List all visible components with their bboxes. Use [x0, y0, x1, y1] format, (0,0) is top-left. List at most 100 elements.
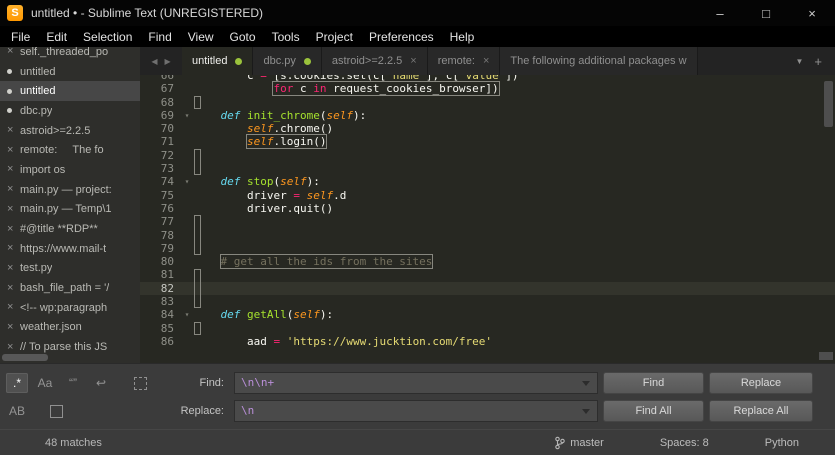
- close-icon[interactable]: ×: [7, 203, 20, 215]
- close-icon[interactable]: ×: [483, 55, 489, 67]
- sidebar-item[interactable]: × main.py — project:: [0, 180, 140, 200]
- code-line: 85: [140, 322, 835, 335]
- menu-item-goto[interactable]: Goto: [222, 26, 264, 47]
- tab-dbc-py[interactable]: dbc.py: [253, 47, 322, 75]
- replace-input[interactable]: \n: [234, 400, 598, 422]
- regex-toggle[interactable]: .*: [6, 373, 28, 393]
- sidebar: × self._threaded_po untitled untitled dbc.py…: [0, 47, 140, 363]
- editor-pane[interactable]: 66 c = [s.cookies.set(c['name'], c['valu…: [140, 75, 835, 363]
- sidebar-item[interactable]: × https://www.mail-t: [0, 239, 140, 259]
- menu-item-edit[interactable]: Edit: [38, 26, 75, 47]
- tab-astroid-2-2-5[interactable]: astroid>=2.2.5 ×: [321, 47, 428, 75]
- close-icon[interactable]: ×: [7, 125, 20, 136]
- highlight-matches-toggle[interactable]: [50, 404, 63, 418]
- find-all-button[interactable]: Find All: [603, 400, 704, 422]
- find-input[interactable]: \n\n+: [234, 372, 598, 394]
- tab-the-following-additional-packages-w[interactable]: The following additional packages w: [500, 47, 698, 75]
- sidebar-item-label: main.py — Temp\1: [20, 203, 112, 216]
- git-branch-indicator[interactable]: master: [554, 436, 604, 450]
- code-text: def getAll(self):: [220, 308, 334, 322]
- tab-scroll-left-icon[interactable]: ◀: [151, 57, 157, 66]
- sidebar-list: × self._threaded_po untitled untitled dbc.py…: [0, 47, 140, 357]
- line-number: 78: [160, 228, 174, 242]
- gutter-fold-column: [180, 122, 194, 135]
- sidebar-item[interactable]: dbc.py: [0, 101, 140, 121]
- sidebar-item[interactable]: × test.py: [0, 259, 140, 279]
- close-icon[interactable]: ×: [7, 164, 20, 175]
- sidebar-item[interactable]: × #@title **RDP**: [0, 219, 140, 239]
- close-icon[interactable]: ×: [7, 282, 20, 294]
- gutter-fold-column: [180, 335, 194, 348]
- menu-item-project[interactable]: Project: [308, 26, 361, 47]
- replace-row: AB Replace: \n Find All Replace All: [0, 400, 835, 422]
- code-line: 69 ▾ def init_chrome(self):: [140, 109, 835, 122]
- close-icon[interactable]: ×: [410, 55, 416, 67]
- line-number: 86: [160, 334, 174, 348]
- replace-history-dropdown-icon[interactable]: [582, 409, 590, 414]
- code-line: 78: [140, 229, 835, 242]
- code-line: 86 aad = 'https://www.jucktion.com/free': [140, 335, 835, 348]
- menu-item-find[interactable]: Find: [140, 26, 179, 47]
- indentation-indicator[interactable]: Spaces: 8: [660, 437, 709, 449]
- wrap-toggle[interactable]: ↩: [90, 373, 112, 393]
- close-icon[interactable]: ×: [7, 47, 20, 57]
- case-sensitive-toggle[interactable]: Aa: [34, 373, 56, 393]
- new-tab-icon[interactable]: +: [814, 54, 822, 69]
- close-icon[interactable]: ×: [7, 243, 20, 254]
- sidebar-item[interactable]: × <!-- wp:paragraph: [0, 298, 140, 318]
- gutter-fold-column: [180, 202, 194, 215]
- tab-remote-[interactable]: remote: ×: [427, 47, 501, 75]
- sidebar-item[interactable]: × weather.json: [0, 318, 140, 338]
- menu-item-view[interactable]: View: [180, 26, 222, 47]
- modified-dot-icon: [235, 57, 243, 65]
- close-icon[interactable]: ×: [7, 223, 20, 235]
- maximize-button[interactable]: □: [743, 0, 789, 26]
- whole-word-toggle[interactable]: “”: [62, 373, 84, 393]
- line-number: 77: [160, 215, 174, 229]
- line-number: 83: [160, 295, 174, 309]
- minimize-button[interactable]: –: [697, 0, 743, 26]
- menu-item-selection[interactable]: Selection: [75, 26, 140, 47]
- sidebar-item[interactable]: × import os: [0, 160, 140, 180]
- sidebar-item[interactable]: × self._threaded_po: [0, 47, 140, 62]
- sidebar-item[interactable]: × bash_file_path = '/: [0, 278, 140, 298]
- menu-item-help[interactable]: Help: [442, 26, 483, 47]
- menu-item-preferences[interactable]: Preferences: [361, 26, 442, 47]
- sidebar-item[interactable]: untitled: [0, 81, 140, 102]
- close-icon[interactable]: ×: [7, 341, 20, 353]
- fold-arrow-icon[interactable]: ▾: [180, 308, 194, 321]
- gutter-fold-column: [180, 322, 194, 335]
- close-icon[interactable]: ×: [7, 302, 20, 313]
- sidebar-item[interactable]: untitled: [0, 62, 140, 82]
- editor-vertical-scrollbar[interactable]: [824, 81, 833, 127]
- fold-arrow-icon[interactable]: ▾: [180, 175, 194, 188]
- close-icon[interactable]: ×: [7, 262, 20, 274]
- git-branch-icon: [555, 436, 565, 449]
- close-icon[interactable]: ×: [7, 184, 20, 195]
- code-text: def init_chrome(self):: [220, 108, 367, 122]
- find-button[interactable]: Find: [603, 372, 704, 394]
- sidebar-horizontal-scrollbar[interactable]: [2, 354, 48, 361]
- close-icon[interactable]: ×: [7, 144, 20, 156]
- sidebar-item[interactable]: × astroid>=2.2.5: [0, 121, 140, 141]
- close-button[interactable]: ×: [789, 0, 835, 26]
- replace-all-button[interactable]: Replace All: [709, 400, 813, 422]
- find-history-dropdown-icon[interactable]: [582, 381, 590, 386]
- replace-button[interactable]: Replace: [709, 372, 813, 394]
- tab-overflow-icon[interactable]: ▼: [795, 57, 803, 66]
- sidebar-item-label: <!-- wp:paragraph: [20, 301, 108, 314]
- menu-item-file[interactable]: File: [3, 26, 38, 47]
- close-icon[interactable]: ×: [7, 321, 20, 333]
- tab-scroll-right-icon[interactable]: ▶: [165, 57, 171, 66]
- menu-item-tools[interactable]: Tools: [264, 26, 308, 47]
- code-text: for c in request_cookies_browser]): [194, 81, 500, 97]
- preserve-case-toggle[interactable]: AB: [6, 401, 28, 421]
- in-selection-toggle[interactable]: [134, 376, 147, 390]
- tab-untitled[interactable]: untitled: [182, 47, 254, 75]
- editor-horizontal-scrollbar[interactable]: [819, 352, 833, 360]
- sidebar-item[interactable]: × remote: The fo: [0, 140, 140, 160]
- search-match-highlight: self.login(): [245, 134, 328, 150]
- fold-arrow-icon[interactable]: ▾: [180, 109, 194, 122]
- syntax-indicator[interactable]: Python: [765, 437, 799, 449]
- sidebar-item[interactable]: × main.py — Temp\1: [0, 200, 140, 220]
